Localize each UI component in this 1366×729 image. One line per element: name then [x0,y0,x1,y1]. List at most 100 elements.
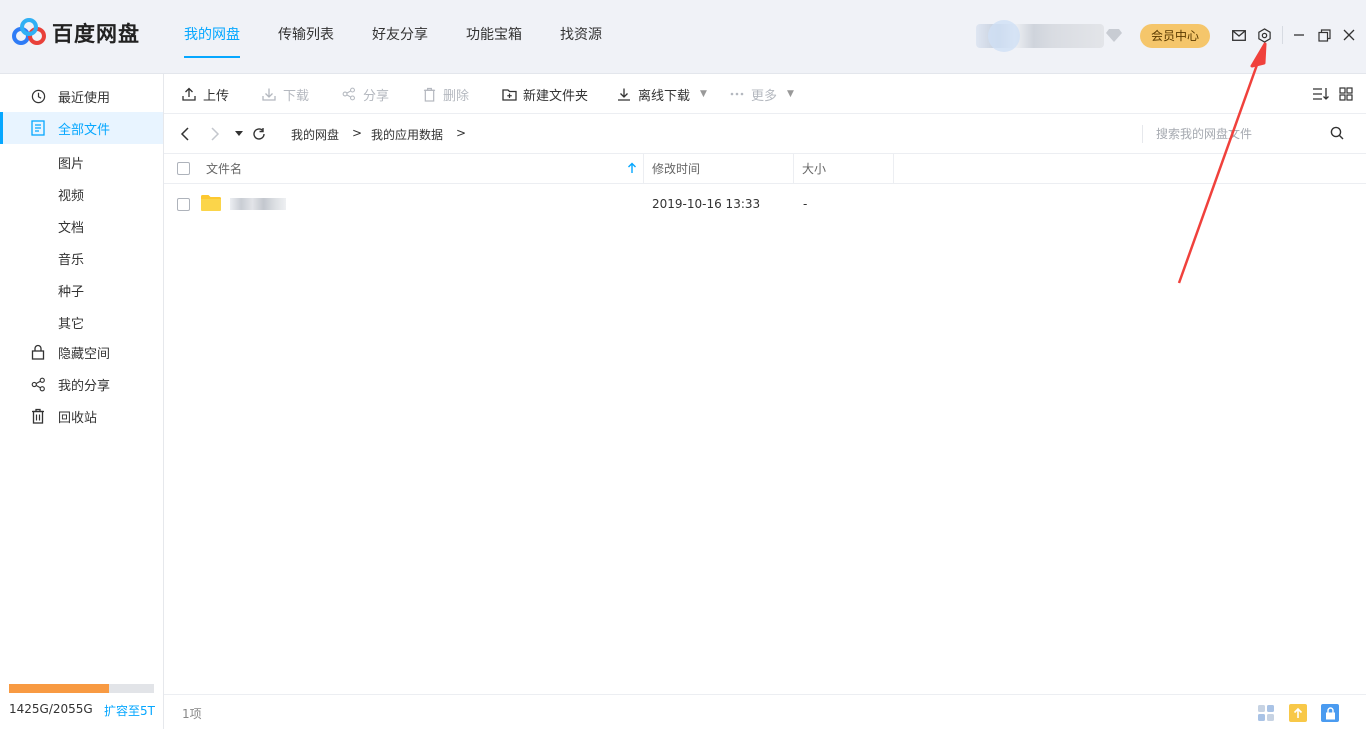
sidebar-sub-videos[interactable]: 视频 [58,185,84,204]
history-dropdown-icon[interactable] [231,126,247,142]
delete-button[interactable]: 删除 [421,74,469,114]
settings-gear-icon[interactable] [1255,26,1273,44]
share-label: 分享 [363,88,390,104]
trash-icon [421,86,437,102]
download-label: 下载 [283,88,310,104]
forward-icon[interactable] [207,126,223,142]
more-button[interactable]: 更多 ▼ [729,74,794,114]
storage-progress-fill [9,684,110,693]
storage-usage-text: 1425G/2055G [9,702,93,716]
file-size: - [803,197,808,211]
folder-icon [201,195,221,211]
tab-toolbox[interactable]: 功能宝箱 [466,0,522,74]
search-icon[interactable] [1330,126,1346,142]
divider [1282,26,1283,44]
download-button[interactable]: 下载 [261,74,309,114]
sidebar-sub-documents[interactable]: 文档 [58,217,84,236]
avatar[interactable] [988,20,1020,52]
lock-icon [29,343,47,361]
offline-download-icon [616,86,632,102]
upload-icon [181,86,197,102]
sidebar-sub-other[interactable]: 其它 [58,313,84,332]
restore-window-icon[interactable] [1315,26,1333,44]
tab-transfer-list[interactable]: 传输列表 [278,0,334,74]
divider [643,154,644,184]
column-header-name[interactable]: 文件名 [206,154,242,184]
more-label: 更多 [751,88,778,104]
divider [1142,125,1143,143]
column-header-size[interactable]: 大小 [802,154,826,184]
modified-time: 2019-10-16 13:33 [652,197,761,211]
app-logo: 百度网盘 [12,18,140,48]
new-folder-label: 新建文件夹 [523,88,589,104]
status-bar: 1项 [164,694,1366,729]
column-header-modified[interactable]: 修改时间 [652,154,700,184]
breadcrumb-app-data[interactable]: 我的应用数据 [371,126,443,143]
sort-ascending-icon[interactable] [627,162,637,178]
sidebar: 最近使用 全部文件 图片 视频 文档 音乐 种子 其它 隐藏空间 我的分享 回收… [0,74,164,729]
sidebar-item-all-files[interactable]: 全部文件 [0,112,163,144]
sort-icon[interactable] [1312,74,1329,114]
vip-center-button[interactable]: 会员中心 [1140,24,1210,48]
upload-button[interactable]: 上传 [181,74,229,114]
chevron-down-icon[interactable]: ▼ [700,89,707,99]
sidebar-sub-images[interactable]: 图片 [58,153,84,172]
upload-file-icon[interactable] [1289,704,1307,722]
sidebar-sub-music[interactable]: 音乐 [58,249,84,268]
divider [893,154,894,184]
sidebar-item-recent[interactable]: 最近使用 [0,80,163,112]
tab-friend-share[interactable]: 好友分享 [372,0,428,74]
more-dots-icon [729,86,745,102]
sidebar-item-recycle-bin[interactable]: 回收站 [0,400,163,432]
sidebar-item-label: 隐藏空间 [58,346,111,362]
diamond-icon [1106,28,1122,42]
delete-label: 删除 [443,88,470,104]
mail-icon[interactable] [1230,26,1248,44]
offline-download-button[interactable]: 离线下载 ▼ [616,74,707,114]
file-table-header: 文件名 修改时间 大小 [164,154,1366,184]
apps-grid-icon[interactable] [1257,704,1275,722]
select-all-checkbox[interactable] [177,162,190,175]
sidebar-item-label: 我的分享 [58,378,111,394]
close-icon[interactable] [1340,26,1358,44]
trash-icon [29,407,47,425]
table-row[interactable]: 2019-10-16 13:33 - [164,185,1366,223]
app-name: 百度网盘 [52,22,140,46]
upload-label: 上传 [203,88,230,104]
divider [793,154,794,184]
storage-progress-bar [9,684,154,693]
file-name-blurred[interactable] [230,198,286,210]
new-folder-button[interactable]: 新建文件夹 [501,74,588,114]
title-bar: 百度网盘 我的网盘 传输列表 好友分享 功能宝箱 找资源 会员中心 [0,0,1366,74]
address-bar: 我的网盘 > 我的应用数据 > [164,114,1366,154]
chevron-down-icon[interactable]: ▼ [787,89,794,99]
expand-storage-link[interactable]: 扩容至5T [104,702,155,719]
clock-icon [29,87,47,105]
download-icon [261,86,277,102]
item-count: 1项 [182,707,202,721]
share-icon [29,375,47,393]
minimize-icon[interactable] [1290,26,1308,44]
tab-my-disk[interactable]: 我的网盘 [184,0,240,74]
share-icon [341,86,357,102]
grid-view-icon[interactable] [1339,74,1353,114]
safe-box-lock-icon[interactable] [1321,704,1339,722]
back-icon[interactable] [177,126,193,142]
row-checkbox[interactable] [177,198,190,211]
refresh-icon[interactable] [251,126,267,142]
breadcrumb-my-disk[interactable]: 我的网盘 [291,126,339,143]
file-toolbar: 上传 下载 分享 删除 新建文件夹 离线下载 ▼ 更多 ▼ [164,74,1366,114]
file-icon [29,119,47,137]
share-button[interactable]: 分享 [341,74,389,114]
search-input[interactable] [1156,124,1316,144]
tab-find-resources[interactable]: 找资源 [560,0,602,74]
sidebar-sub-torrents[interactable]: 种子 [58,281,84,300]
breadcrumb-separator: > [352,126,363,140]
new-folder-icon [501,86,517,102]
sidebar-item-my-shares[interactable]: 我的分享 [0,368,163,400]
sidebar-item-label: 最近使用 [58,90,111,106]
sidebar-item-label: 回收站 [58,410,98,426]
sidebar-item-hidden-space[interactable]: 隐藏空间 [0,336,163,368]
baidu-netdisk-logo-icon [12,18,46,48]
sidebar-item-label: 全部文件 [58,122,111,138]
